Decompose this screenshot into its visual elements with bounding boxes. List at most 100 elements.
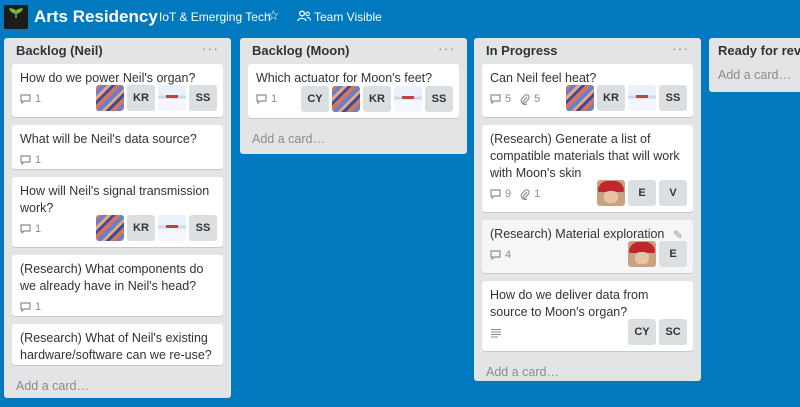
avatar[interactable] <box>628 241 656 267</box>
avatar[interactable]: E <box>659 241 687 267</box>
list-in-progress: In Progress ··· Can Neil feel heat? 5 5 … <box>474 38 701 381</box>
comments-badge: 1 <box>20 223 41 235</box>
avatar[interactable]: KR <box>127 85 155 111</box>
comment-count: 9 <box>505 188 512 200</box>
avatar[interactable]: E <box>628 180 656 206</box>
card-title: (Research) Generate a list of compatible… <box>490 132 680 180</box>
card-title: How do we deliver data from source to Mo… <box>490 288 649 319</box>
avatar[interactable]: SS <box>659 85 687 111</box>
add-card-link[interactable]: Add a card… <box>709 62 800 88</box>
list-backlog-neil: Backlog (Neil) ··· How do we power Neil'… <box>4 38 231 398</box>
avatar[interactable] <box>96 85 124 111</box>
comments-badge: 5 <box>490 93 511 105</box>
attachments-badge: 5 <box>520 93 540 105</box>
paperclip-icon <box>520 188 530 200</box>
comment-count: 5 <box>505 93 512 105</box>
list-title[interactable]: Backlog (Moon) <box>252 43 350 58</box>
visibility-button[interactable]: Team Visible <box>314 10 382 24</box>
comments-badge: 1 <box>20 154 41 166</box>
description-icon <box>491 328 501 338</box>
avatar[interactable]: SS <box>425 86 453 112</box>
list-menu-icon[interactable]: ··· <box>202 40 219 56</box>
list-backlog-moon: Backlog (Moon) ··· Which actuator for Mo… <box>240 38 467 154</box>
avatar[interactable] <box>158 85 186 111</box>
team-name-button[interactable]: IoT & Emerging Tech <box>159 10 271 24</box>
card-title: How will Neil's signal transmission work… <box>20 184 210 215</box>
comment-count: 1 <box>35 301 42 313</box>
list-title[interactable]: In Progress <box>486 43 558 58</box>
card-title: What will be Neil's data source? <box>20 132 197 146</box>
card-title: (Research) What components do we already… <box>20 262 204 293</box>
avatar[interactable]: CY <box>628 319 656 345</box>
team-visibility-icon[interactable] <box>297 10 311 22</box>
comment-icon <box>490 94 501 104</box>
list-header: Backlog (Moon) ··· <box>240 38 467 62</box>
card[interactable]: How will Neil's signal transmission work… <box>12 177 223 247</box>
avatar[interactable]: KR <box>597 85 625 111</box>
add-card-link[interactable]: Add a card… <box>4 373 231 399</box>
comment-count: 1 <box>35 154 42 166</box>
comments-badge: 1 <box>256 93 277 105</box>
avatar[interactable]: SS <box>189 215 217 241</box>
pencil-icon[interactable]: ✎ <box>673 228 683 242</box>
list-header: In Progress ··· <box>474 38 701 62</box>
avatar[interactable]: SS <box>189 85 217 111</box>
comment-count: 1 <box>35 223 42 235</box>
avatar[interactable] <box>158 215 186 241</box>
avatar[interactable]: CY <box>301 86 329 112</box>
avatar[interactable] <box>332 86 360 112</box>
star-icon[interactable]: ☆ <box>267 8 280 22</box>
card[interactable]: (Research) What components do we already… <box>12 255 223 316</box>
card[interactable]: How do we power Neil's organ? 1 KR SS <box>12 64 223 117</box>
avatar[interactable] <box>597 180 625 206</box>
comment-count: 1 <box>271 93 278 105</box>
comment-icon <box>490 189 501 199</box>
comments-badge: 4 <box>490 249 511 261</box>
card[interactable]: What will be Neil's data source? 1 <box>12 125 223 169</box>
list-ready-for-review: Ready for revie Add a card… <box>709 38 800 92</box>
attachments-badge: 1 <box>520 188 540 200</box>
comment-icon <box>490 250 501 260</box>
comment-icon <box>20 302 31 312</box>
list-header: Ready for revie <box>709 38 800 62</box>
list-title[interactable]: Ready for revie <box>718 43 800 58</box>
card[interactable]: (Research) Material exploration ✎ 4 E <box>482 220 693 273</box>
avatar[interactable]: SC <box>659 319 687 345</box>
description-badge <box>490 328 506 338</box>
paperclip-icon <box>520 93 530 105</box>
card-title: (Research) What of Neil's existing hardw… <box>20 331 212 362</box>
list-menu-icon[interactable]: ··· <box>438 40 455 56</box>
comment-count: 1 <box>35 93 42 105</box>
comments-badge: 1 <box>20 301 41 313</box>
card[interactable]: (Research) What of Neil's existing hardw… <box>12 324 223 365</box>
card[interactable]: (Research) Generate a list of compatible… <box>482 125 693 212</box>
comment-icon <box>20 155 31 165</box>
comments-badge: 1 <box>20 93 41 105</box>
avatar[interactable] <box>394 86 422 112</box>
add-card-link[interactable]: Add a card… <box>240 126 467 152</box>
card[interactable]: How do we deliver data from source to Mo… <box>482 281 693 351</box>
comment-icon <box>20 94 31 104</box>
attachment-count: 1 <box>534 188 541 200</box>
card-title: Which actuator for Moon's feet? <box>256 71 433 85</box>
avatar[interactable]: KR <box>127 215 155 241</box>
board-title[interactable]: Arts Residency <box>34 7 158 27</box>
avatar[interactable] <box>566 85 594 111</box>
avatar[interactable]: V <box>659 180 687 206</box>
comment-count: 4 <box>505 249 512 261</box>
avatar[interactable] <box>96 215 124 241</box>
comment-icon <box>256 94 267 104</box>
comments-badge: 9 <box>490 188 511 200</box>
add-card-link[interactable]: Add a card… <box>474 359 701 385</box>
attachment-count: 5 <box>534 93 541 105</box>
list-header: Backlog (Neil) ··· <box>4 38 231 62</box>
list-title[interactable]: Backlog (Neil) <box>16 43 103 58</box>
board-header: Arts Residency IoT & Emerging Tech ☆ Tea… <box>0 0 800 34</box>
avatar[interactable]: KR <box>363 86 391 112</box>
list-menu-icon[interactable]: ··· <box>672 40 689 56</box>
card[interactable]: Which actuator for Moon's feet? 1 CY KR … <box>248 64 459 118</box>
avatar[interactable] <box>628 85 656 111</box>
comment-icon <box>20 224 31 234</box>
card[interactable]: Can Neil feel heat? 5 5 KR SS <box>482 64 693 117</box>
board-logo-icon[interactable] <box>4 5 28 29</box>
